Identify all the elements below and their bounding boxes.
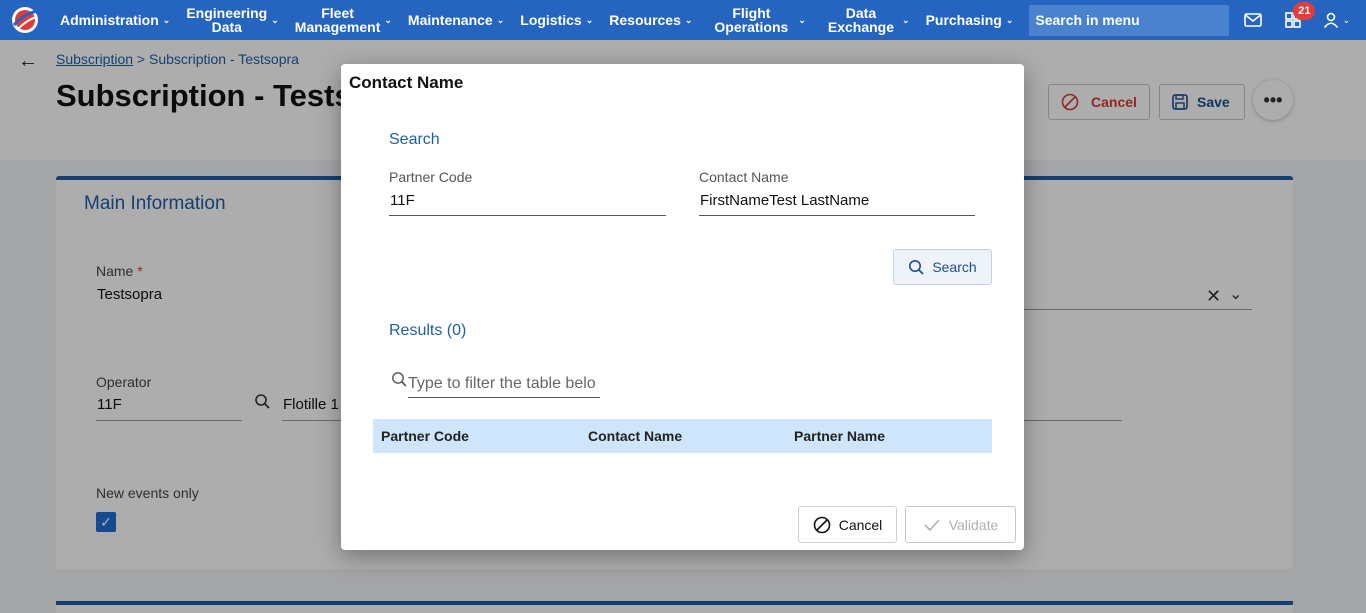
- nav-fleet-management[interactable]: Fleet Management ⌄: [287, 0, 400, 40]
- contact-name-input[interactable]: FirstNameTest LastName: [700, 192, 869, 209]
- chevron-down-icon: ⌄: [162, 15, 171, 25]
- notification-badge: 21: [1293, 2, 1316, 20]
- table-filter-input[interactable]: [408, 370, 600, 398]
- contact-name-label: Contact Name: [699, 169, 789, 185]
- column-header-contact-name[interactable]: Contact Name: [588, 428, 682, 444]
- app-logo[interactable]: [10, 5, 40, 35]
- chevron-down-icon: ⌄: [1005, 15, 1014, 25]
- search-button[interactable]: Search: [893, 249, 992, 285]
- search-section-title: Search: [389, 131, 440, 148]
- contact-name-dialog: Contact Name Search Partner Code 11F Con…: [341, 64, 1024, 550]
- search-icon: [909, 259, 924, 275]
- nav-purchasing[interactable]: Purchasing ⌄: [918, 0, 1022, 40]
- contact-name-underline: [699, 215, 975, 216]
- dialog-validate-button[interactable]: Validate: [905, 506, 1016, 543]
- cancel-icon: [813, 516, 831, 533]
- nav-logistics[interactable]: Logistics ⌄: [512, 0, 601, 40]
- column-header-partner-code[interactable]: Partner Code: [381, 428, 469, 444]
- partner-code-input[interactable]: 11F: [390, 192, 415, 209]
- partner-code-label: Partner Code: [389, 169, 473, 185]
- results-table-header: Partner Code Contact Name Partner Name: [373, 419, 992, 453]
- chevron-down-icon: ⌄: [1342, 14, 1351, 25]
- chevron-down-icon: ⌄: [271, 15, 279, 25]
- top-nav: Administration ⌄ Engineering Data ⌄ Fleet Ma…: [0, 0, 1366, 40]
- nav-administration[interactable]: Administration ⌄: [52, 0, 178, 40]
- user-menu-icon[interactable]: ⌄: [1313, 0, 1359, 40]
- nav-resources[interactable]: Resources ⌄: [601, 0, 700, 40]
- notifications-icon[interactable]: 21: [1273, 0, 1316, 40]
- nav-engineering-data[interactable]: Engineering Data ⌄: [178, 0, 286, 40]
- checkmark-icon: [924, 518, 940, 531]
- nav-maintenance[interactable]: Maintenance ⌄: [400, 0, 512, 40]
- nav-flight-operations[interactable]: Flight Operations ⌄: [700, 0, 819, 40]
- mail-icon[interactable]: [1233, 0, 1273, 40]
- dialog-cancel-button[interactable]: Cancel: [798, 506, 897, 543]
- filter-search-icon: [391, 371, 408, 393]
- partner-code-underline: [389, 215, 666, 216]
- chevron-down-icon: ⌄: [902, 15, 910, 25]
- chevron-down-icon: ⌄: [684, 15, 693, 25]
- chevron-down-icon: ⌄: [585, 15, 594, 25]
- nav-data-exchange[interactable]: Data Exchange ⌄: [820, 0, 918, 40]
- chevron-down-icon: ⌄: [798, 15, 806, 25]
- menu-search-input[interactable]: Search in menu: [1029, 4, 1230, 36]
- chevron-down-icon: ⌄: [496, 15, 505, 25]
- chevron-down-icon: ⌄: [384, 15, 392, 25]
- column-header-partner-name[interactable]: Partner Name: [794, 428, 885, 444]
- dialog-title: Contact Name: [349, 73, 464, 92]
- results-title: Results (0): [389, 322, 467, 339]
